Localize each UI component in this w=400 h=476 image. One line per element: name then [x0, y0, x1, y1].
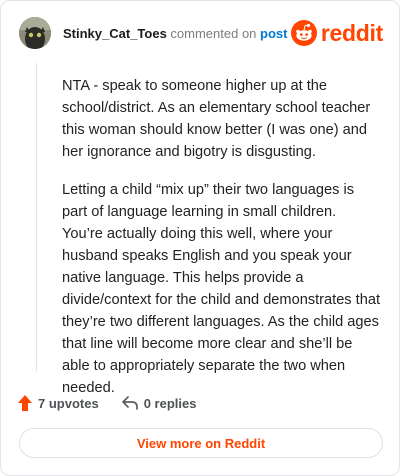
replies-count: 0 replies — [143, 395, 197, 411]
view-more-button[interactable]: View more on Reddit — [19, 428, 383, 458]
comment-body: NTA - speak to someone higher up at the … — [62, 75, 380, 415]
thread-line — [36, 63, 37, 371]
replies-button[interactable]: 0 replies — [121, 395, 197, 411]
comment-paragraph: Letting a child “mix up” their two langu… — [62, 182, 381, 396]
commented-on-text: commented on — [170, 26, 257, 41]
reddit-brand[interactable]: reddit — [290, 17, 383, 49]
user-avatar[interactable] — [19, 17, 51, 49]
upvote-button[interactable]: 7 upvotes — [17, 394, 99, 412]
reddit-snoo-icon — [290, 20, 317, 46]
username-link[interactable]: Stinky_Cat_Toes — [63, 26, 167, 41]
upvote-arrow-icon — [18, 395, 32, 411]
reddit-wordmark: reddit — [320, 19, 383, 46]
avatar-image — [19, 17, 51, 49]
comment-meta: Stinky_Cat_Toes commented on post — [63, 26, 288, 41]
comment-actions: 7 upvotes 0 replies — [17, 391, 196, 415]
post-link[interactable]: post — [260, 26, 287, 41]
comment-embed-card: Stinky_Cat_Toes commented on post reddit… — [0, 0, 400, 476]
comment-paragraph: NTA - speak to someone higher up at the … — [62, 78, 371, 160]
upvote-count: 7 upvotes — [38, 395, 99, 411]
reply-arrow-icon — [121, 396, 138, 410]
comment-header: Stinky_Cat_Toes commented on post reddit — [19, 17, 383, 51]
